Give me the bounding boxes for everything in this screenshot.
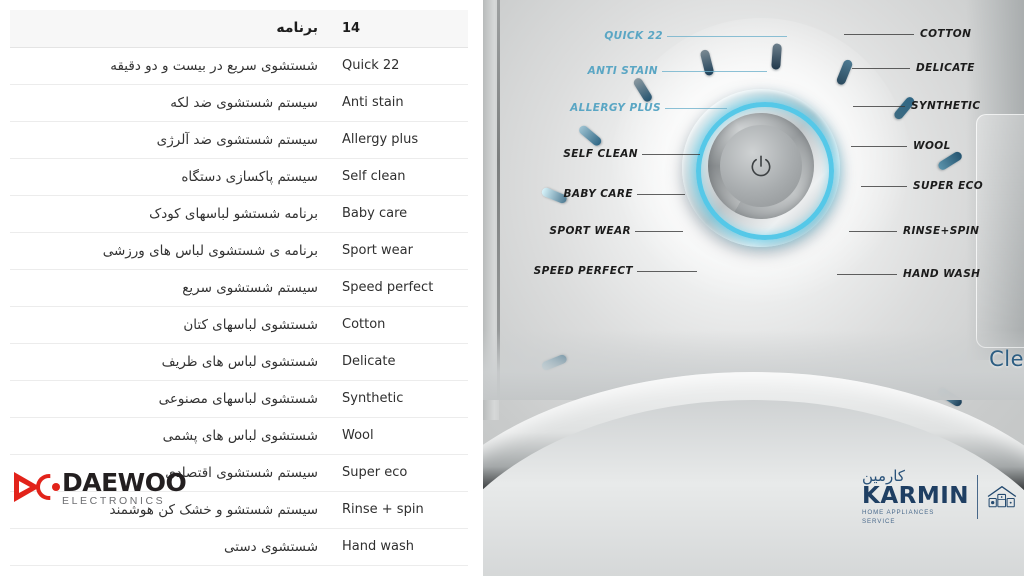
table-row: شستشوی لباس های ظریف Delicate <box>10 343 468 381</box>
dial-tick <box>632 76 654 104</box>
table-row: شستشوی سریع در بیست و دو دقیقه Quick 22 <box>10 47 468 85</box>
table-row: سیستم شستشوی ضد لکه Anti stain <box>10 84 468 122</box>
table-row: سیستم شستشو و خشک کن هوشمند Rinse + spin <box>10 491 468 529</box>
karmin-tagline: HOME APPLIANCES SERVICE <box>862 509 935 525</box>
leader-line <box>852 68 910 69</box>
table-row: شستشوی لباسهای کتان Cotton <box>10 306 468 344</box>
leader-line <box>844 34 914 35</box>
leader-line <box>642 154 700 155</box>
program-name: Quick 22 <box>332 47 468 85</box>
program-description: برنامه ی شستشوی لباس های ورزشی <box>10 232 332 270</box>
table-row: شستشوی دستی Hand wash <box>10 528 468 566</box>
dial-tick <box>577 123 604 148</box>
panel-label-speed-perfect: SPEED PERFECT <box>533 265 633 277</box>
panel-label-synthetic: SYNTHETIC <box>911 100 981 112</box>
table-header-row: برنامه 14 <box>10 10 468 48</box>
panel-label-self-clean: SELF CLEAN <box>563 148 638 160</box>
leader-line <box>837 274 897 275</box>
leader-line <box>637 194 685 195</box>
program-table-panel: برنامه 14 شستشوی سریع در بیست و دو دقیقه… <box>0 0 483 576</box>
leader-line <box>853 106 905 107</box>
karmin-divider <box>977 475 979 519</box>
panel-label-quick-22: QUICK 22 <box>604 30 663 42</box>
program-name: Speed perfect <box>332 269 468 307</box>
program-description: سیستم شستشو و خشک کن هوشمند <box>10 491 332 529</box>
dial-tick <box>835 58 854 86</box>
panel-label-cotton: COTTON <box>920 28 972 40</box>
panel-label-wool: WOOL <box>913 140 951 152</box>
table-header-count: 14 <box>332 10 468 48</box>
clean-branding-text: Cle <box>989 347 1024 371</box>
house-appliances-icon <box>987 486 1017 508</box>
leader-line <box>851 146 907 147</box>
program-name: Cotton <box>332 306 468 344</box>
knob-metal-face <box>708 113 814 219</box>
panel-label-allergy-plus: ALLERGY PLUS <box>570 102 661 114</box>
program-description: سیستم شستشوی سریع <box>10 269 332 307</box>
panel-label-sport-wear: SPORT WEAR <box>549 225 631 237</box>
table-row: سیستم پاکسازی دستگاه Self clean <box>10 158 468 196</box>
program-name: Anti stain <box>332 84 468 122</box>
program-description: برنامه شستشو لباسهای کودک <box>10 195 332 233</box>
program-selector-knob[interactable] <box>682 89 840 247</box>
program-description: سیستم پاکسازی دستگاه <box>10 158 332 196</box>
panel-label-baby-care: BABY CARE <box>563 188 633 200</box>
screenshot-root: برنامه 14 شستشوی سریع در بیست و دو دقیقه… <box>0 0 1024 576</box>
program-table: برنامه 14 شستشوی سریع در بیست و دو دقیقه… <box>10 10 468 566</box>
table-row: برنامه ی شستشوی لباس های ورزشی Sport wear <box>10 232 468 270</box>
leader-line <box>667 36 787 37</box>
dial-tick <box>699 48 715 77</box>
program-description: سیستم شستشوی اقتصادی <box>10 454 332 492</box>
program-name: Hand wash <box>332 528 468 566</box>
panel-label-anti-stain: ANTI STAIN <box>587 65 658 77</box>
program-description: سیستم شستشوی ضد آلرژی <box>10 121 332 159</box>
program-description: شستشوی لباسهای کتان <box>10 306 332 344</box>
program-name: Super eco <box>332 454 468 492</box>
program-description: شستشوی لباسهای مصنوعی <box>10 380 332 418</box>
leader-line <box>861 186 907 187</box>
table-header-description: برنامه <box>10 10 332 48</box>
program-description: شستشوی سریع در بیست و دو دقیقه <box>10 47 332 85</box>
program-description: شستشوی دستی <box>10 528 332 566</box>
program-description: شستشوی لباس های ظریف <box>10 343 332 381</box>
power-icon <box>751 155 771 177</box>
program-name: Self clean <box>332 158 468 196</box>
panel-label-rinse-spin: RINSE+SPIN <box>903 225 980 237</box>
panel-label-delicate: DELICATE <box>916 62 975 74</box>
table-row: برنامه شستشو لباسهای کودک Baby care <box>10 195 468 233</box>
dial-tick <box>771 43 782 70</box>
dial-tick <box>936 150 964 172</box>
panel-label-super-eco: SUPER ECO <box>913 180 984 192</box>
leader-line <box>665 108 727 109</box>
program-name: Rinse + spin <box>332 491 468 529</box>
table-row: شستشوی لباس های پشمی Wool <box>10 417 468 455</box>
knob-inner-face <box>720 125 802 207</box>
leader-line <box>849 231 897 232</box>
leader-line <box>635 231 683 232</box>
table-row: شستشوی لباسهای مصنوعی Synthetic <box>10 380 468 418</box>
karmin-logo: کارمین KARMIN HOME APPLIANCES SERVICE <box>862 466 1018 528</box>
panel-label-hand-wash: HAND WASH <box>903 268 981 280</box>
leader-line <box>662 71 767 72</box>
program-name: Delicate <box>332 343 468 381</box>
karmin-wordmark: KARMIN <box>862 483 970 509</box>
program-name: Allergy plus <box>332 121 468 159</box>
table-row: سیستم شستشوی اقتصادی Super eco <box>10 454 468 492</box>
program-description: شستشوی لباس های پشمی <box>10 417 332 455</box>
program-name: Baby care <box>332 195 468 233</box>
leader-line <box>637 271 697 272</box>
table-row: سیستم شستشوی سریع Speed perfect <box>10 269 468 307</box>
program-name: Wool <box>332 417 468 455</box>
display-recess <box>976 114 1024 348</box>
table-row: سیستم شستشوی ضد آلرژی Allergy plus <box>10 121 468 159</box>
program-name: Synthetic <box>332 380 468 418</box>
karmin-name-persian: کارمین <box>862 467 905 485</box>
program-name: Sport wear <box>332 232 468 270</box>
program-description: سیستم شستشوی ضد لکه <box>10 84 332 122</box>
